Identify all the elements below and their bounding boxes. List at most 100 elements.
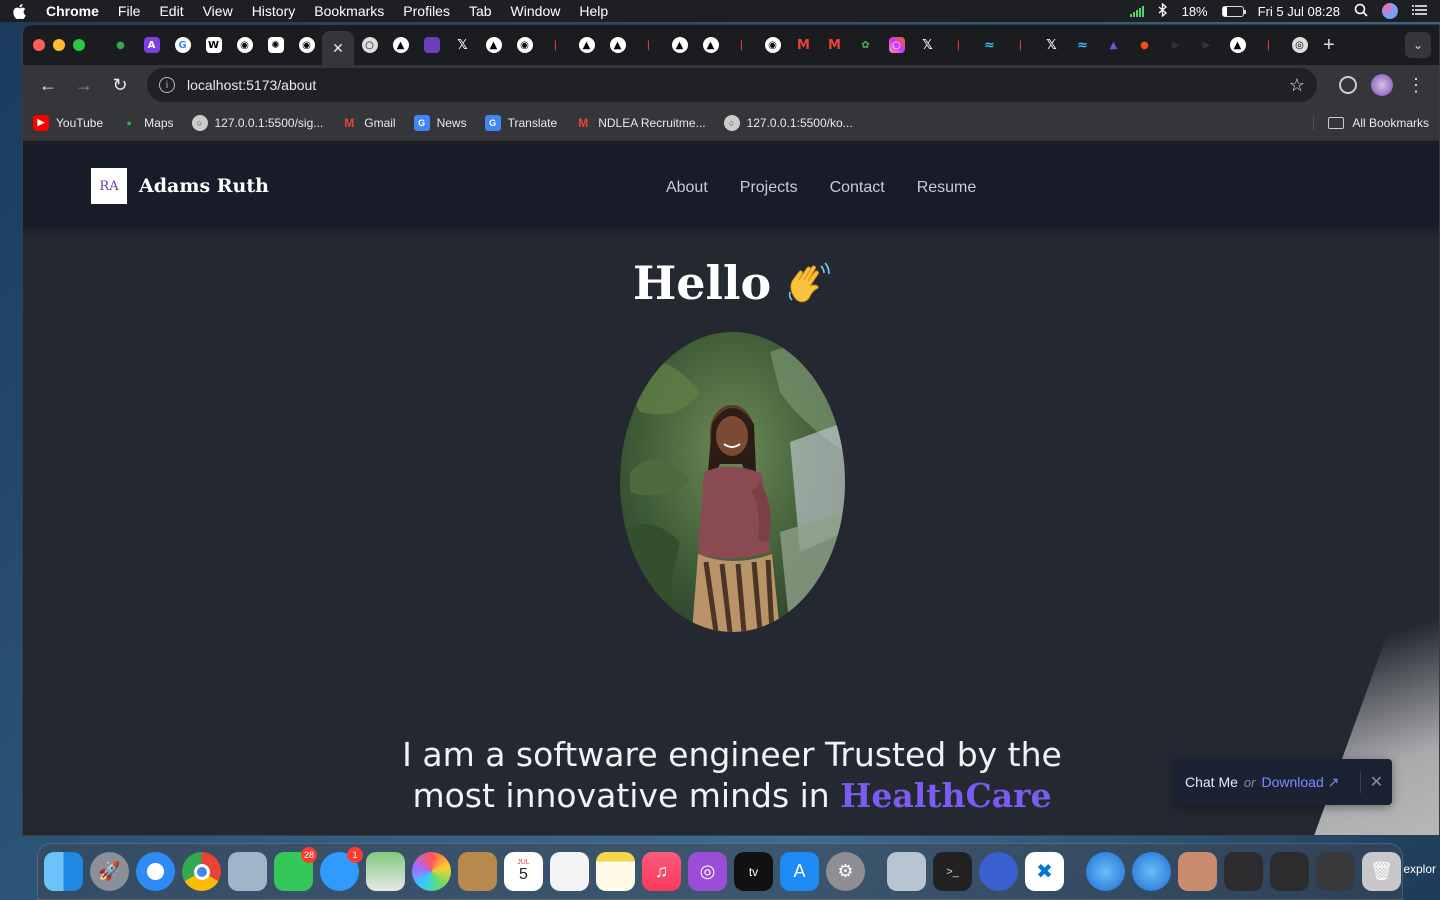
tab-x-3[interactable]: 𝕏 (1036, 30, 1067, 60)
download-link[interactable]: Download ↗ (1261, 774, 1339, 791)
nav-link-about[interactable]: About (666, 179, 708, 197)
back-button[interactable]: ← (33, 70, 63, 100)
tab-vercel-7[interactable]: ▲ (1222, 30, 1253, 60)
url-text[interactable]: localhost:5173/about (187, 77, 316, 93)
nav-link-contact[interactable]: Contact (830, 179, 885, 197)
bookmark-localhost-sig[interactable]: ○ 127.0.0.1:5500/sig... (191, 114, 323, 131)
dock-window-thumbnail[interactable] (1178, 852, 1217, 891)
tab-vercel-3[interactable]: ▲ (571, 30, 602, 60)
nav-link-resume[interactable]: Resume (917, 179, 977, 197)
tab-maps[interactable]: ● (105, 30, 136, 60)
all-bookmarks-button[interactable]: All Bookmarks (1313, 115, 1429, 130)
chat-me-link[interactable]: Chat Me (1185, 774, 1238, 790)
tab-app[interactable]: A (136, 30, 167, 60)
tab-x-2[interactable]: 𝕏 (912, 30, 943, 60)
dock-window-thumbnail[interactable] (1270, 852, 1309, 891)
site-logo[interactable]: RA (91, 168, 127, 204)
menu-view[interactable]: View (203, 3, 233, 19)
tab-github-1[interactable]: ◉ (229, 30, 260, 60)
dock-tv-icon[interactable]: tv (734, 852, 773, 891)
menu-help[interactable]: Help (579, 3, 608, 19)
dock-contacts-icon[interactable] (458, 852, 497, 891)
tab-active-about[interactable]: ✕ (322, 31, 354, 65)
dock-music-icon[interactable]: ♫ (642, 852, 681, 891)
dock-chrome-icon[interactable] (182, 852, 221, 891)
bookmark-localhost-ko[interactable]: ○ 127.0.0.1:5500/ko... (723, 114, 853, 131)
close-widget-button[interactable]: ✕ (1360, 771, 1392, 793)
tab-globe[interactable]: ○ (354, 30, 385, 60)
tab-github-2[interactable]: ◉ (291, 30, 322, 60)
tab-play-2[interactable]: ▶ (1191, 30, 1222, 60)
dock-appstore-icon[interactable]: A (780, 852, 819, 891)
profile-avatar[interactable] (1371, 74, 1393, 96)
reload-button[interactable]: ↻ (105, 70, 135, 100)
tab-sep-2[interactable]: | (633, 30, 664, 60)
dock-reminders-icon[interactable] (550, 852, 589, 891)
tab-github-4[interactable]: ◉ (757, 30, 788, 60)
dock-safari-icon[interactable] (136, 852, 175, 891)
address-bar[interactable]: i localhost:5173/about ☆ (147, 68, 1317, 102)
tab-leaf[interactable]: ✿ (850, 30, 881, 60)
control-center-icon[interactable] (1412, 4, 1428, 19)
bookmark-gmail[interactable]: M Gmail (341, 115, 395, 131)
dock-launchpad-icon[interactable]: 🚀 (90, 852, 129, 891)
dock-settings-icon[interactable]: ⚙ (826, 852, 865, 891)
dock-notes-icon[interactable] (596, 852, 635, 891)
tab-x-1[interactable]: 𝕏 (447, 30, 478, 60)
nav-link-projects[interactable]: Projects (740, 179, 798, 197)
tab-figma[interactable]: ● (1129, 30, 1160, 60)
new-tab-button[interactable]: + (1323, 34, 1335, 57)
menu-bookmarks[interactable]: Bookmarks (314, 3, 384, 19)
bookmark-ndlea[interactable]: M NDLEA Recruitme... (575, 115, 705, 131)
tab-sep-3[interactable]: | (726, 30, 757, 60)
tab-vercel-5[interactable]: ▲ (664, 30, 695, 60)
dock-finder-icon[interactable] (44, 852, 83, 891)
menu-file[interactable]: File (118, 3, 141, 19)
dock-window-thumbnail[interactable] (1316, 852, 1355, 891)
dock-preview-icon[interactable] (228, 852, 267, 891)
dock-trash-icon[interactable]: 🗑 (1362, 852, 1401, 891)
menu-history[interactable]: History (252, 3, 296, 19)
bookmark-youtube[interactable]: ▶ YouTube (33, 114, 103, 131)
bookmark-news[interactable]: G News (413, 114, 467, 131)
tab-gmail-1[interactable]: M (788, 30, 819, 60)
extension-icon[interactable] (1339, 76, 1357, 94)
site-brand-name[interactable]: Adams Ruth (139, 175, 269, 197)
menu-clock[interactable]: Fri 5 Jul 08:28 (1258, 4, 1340, 19)
menu-profiles[interactable]: Profiles (403, 3, 450, 19)
tab-sep-4[interactable]: | (943, 30, 974, 60)
spotlight-search-icon[interactable] (1354, 3, 1368, 20)
dock-window-thumbnail[interactable] (1224, 852, 1263, 891)
close-window-button[interactable] (33, 39, 45, 51)
dock-vscode-icon[interactable]: ✖ (1025, 852, 1064, 891)
tab-tailwind-1[interactable]: ≈ (974, 30, 1005, 60)
tab-gmail-2[interactable]: M (819, 30, 850, 60)
dock-maps-icon[interactable] (366, 852, 405, 891)
dock-facetime-icon[interactable]: 28 (274, 847, 317, 891)
tab-sep-6[interactable]: | (1253, 30, 1284, 60)
tab-tailwind-2[interactable]: ≈ (1067, 30, 1098, 60)
dock-edge-icon[interactable] (979, 852, 1018, 891)
tab-google[interactable]: G (167, 30, 198, 60)
tab-vercel-4[interactable]: ▲ (602, 30, 633, 60)
apple-icon[interactable] (12, 3, 26, 19)
tab-play-1[interactable]: ▶ (1160, 30, 1191, 60)
minimize-window-button[interactable] (53, 39, 65, 51)
dock-terminal-icon[interactable]: >_ (933, 852, 972, 891)
zoom-window-button[interactable] (73, 39, 85, 51)
menu-edit[interactable]: Edit (159, 3, 183, 19)
tab-hat[interactable]: ▲ (1098, 30, 1129, 60)
cellular-signal-icon[interactable] (1129, 5, 1144, 17)
forward-button[interactable]: → (69, 70, 99, 100)
tab-purple[interactable] (416, 30, 447, 60)
dock-calendar-icon[interactable]: JUL 5 (504, 852, 543, 891)
tab-instagram[interactable]: ○ (881, 30, 912, 60)
dock-messages-icon[interactable]: 1 (320, 847, 363, 891)
tab-close-icon[interactable]: ✕ (332, 40, 344, 57)
tab-wikipedia[interactable]: W (198, 30, 229, 60)
menu-tab[interactable]: Tab (469, 3, 492, 19)
battery-icon[interactable] (1221, 5, 1246, 17)
tab-chrome[interactable]: ◎ (1284, 30, 1315, 60)
tab-sep-5[interactable]: | (1005, 30, 1036, 60)
siri-icon[interactable] (1382, 3, 1398, 19)
